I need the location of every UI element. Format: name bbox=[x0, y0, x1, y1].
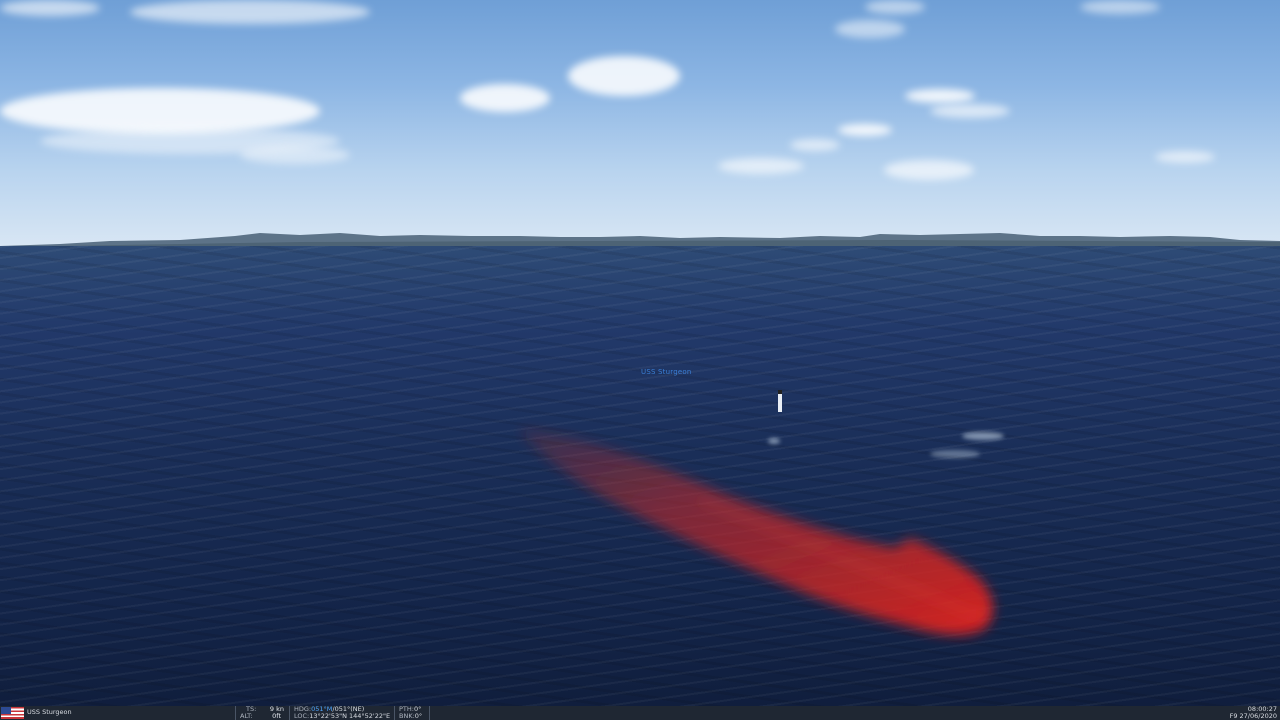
loc-value: 13°22'53"N 144°52'22"E bbox=[309, 712, 391, 720]
cloud bbox=[905, 89, 975, 103]
3d-scene-viewport[interactable]: USS Sturgeon bbox=[0, 0, 1280, 706]
bnk-label: BNK: bbox=[399, 712, 415, 720]
cloud bbox=[718, 158, 804, 174]
cloud bbox=[1155, 151, 1215, 163]
cloud bbox=[240, 146, 350, 164]
cloud bbox=[460, 84, 550, 112]
unit-label-overlay[interactable]: USS Sturgeon bbox=[641, 368, 691, 376]
cloud bbox=[0, 88, 320, 134]
cloud bbox=[865, 0, 925, 14]
game-date: F9 27/06/2020 bbox=[1229, 712, 1277, 720]
us-flag-icon bbox=[1, 707, 24, 719]
divider bbox=[394, 706, 395, 720]
bank-readout: BNK:0° bbox=[399, 713, 422, 720]
cloud bbox=[568, 56, 680, 96]
cloud bbox=[1080, 0, 1160, 14]
bnk-value: 0° bbox=[414, 712, 423, 720]
ocean-surface bbox=[0, 246, 1280, 706]
status-bar: USS Sturgeon TS: 9 kn ALT: 0ft HDG:051°M… bbox=[0, 706, 1280, 720]
wake-splash bbox=[962, 432, 1004, 440]
divider bbox=[429, 706, 430, 720]
cloud bbox=[0, 0, 100, 16]
loc-label: LOC: bbox=[294, 712, 310, 720]
alt-value: 0ft bbox=[272, 712, 281, 720]
selected-unit-name[interactable]: USS Sturgeon bbox=[27, 709, 72, 716]
cloud bbox=[884, 160, 974, 180]
cloud bbox=[130, 0, 370, 24]
location-readout: LOC:13°22'53"N 144°52'22"E bbox=[294, 713, 390, 720]
cloud bbox=[790, 139, 840, 151]
sky bbox=[0, 0, 1280, 246]
cloud bbox=[835, 20, 905, 38]
wake-splash bbox=[930, 450, 980, 458]
cloud bbox=[930, 104, 1010, 118]
periscope-mast bbox=[778, 390, 782, 412]
alt-label: ALT: bbox=[240, 712, 253, 720]
divider bbox=[235, 706, 236, 720]
wake-splash bbox=[768, 438, 780, 444]
cloud bbox=[838, 124, 892, 136]
divider bbox=[289, 706, 290, 720]
